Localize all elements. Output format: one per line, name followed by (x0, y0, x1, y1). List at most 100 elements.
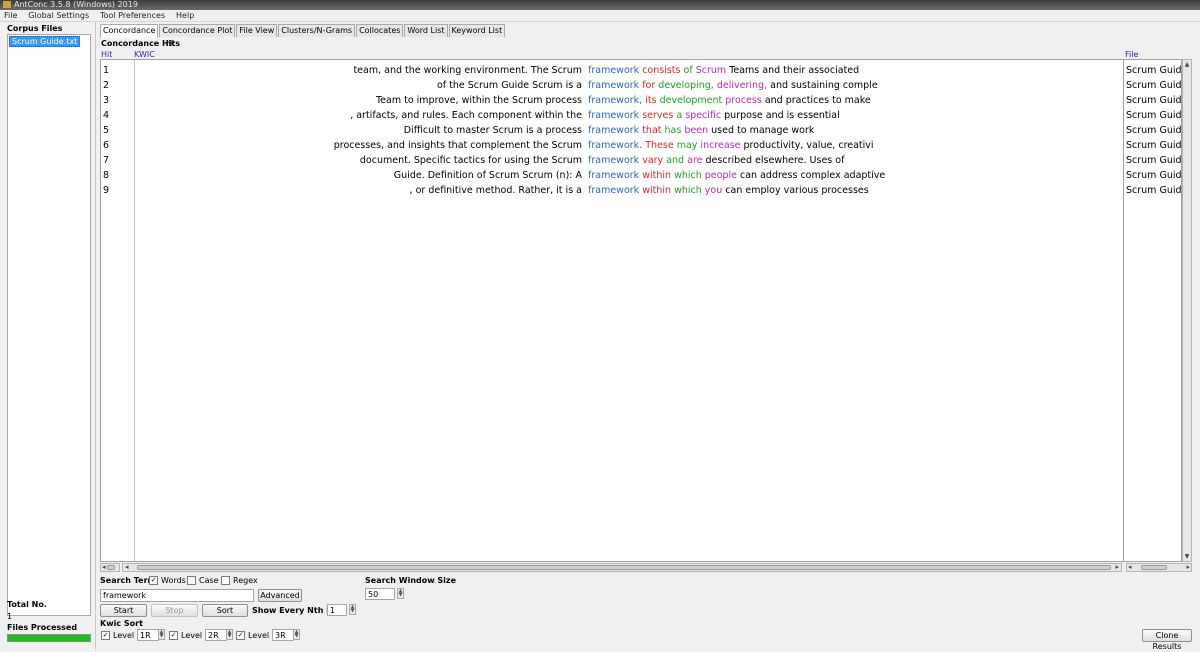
corpus-file-item[interactable]: Scrum Guide.txt (9, 36, 81, 47)
level3-checkbox[interactable]: ✓ (236, 631, 245, 640)
level2-checkbox[interactable]: ✓ (169, 631, 178, 640)
keyword: framework (588, 185, 640, 196)
right-word-3: process (725, 95, 762, 106)
scroll-right-icon[interactable]: ▸ (1186, 563, 1190, 571)
menu-tool-preferences[interactable]: Tool Preferences (96, 10, 169, 21)
scroll-up-icon[interactable]: ▲ (1183, 60, 1191, 69)
right-word-2: of (683, 65, 693, 76)
right-word-1: These (645, 140, 674, 151)
keyword: framework (588, 80, 640, 91)
file-name-cell: Scrum Guide (1126, 170, 1182, 181)
tab-collocates[interactable]: Collocates (356, 24, 404, 37)
regex-checkbox[interactable] (221, 576, 230, 585)
concordance-row[interactable]: 6 processes, and insights that complement… (101, 138, 1123, 153)
concordance-results[interactable]: 1 team, and the working environment. The … (100, 59, 1124, 562)
concordance-row[interactable]: 2 of the Scrum Guide Scrum is a framework … (101, 78, 1123, 93)
keyword: framework (588, 170, 640, 181)
file-name-cell: Scrum Guide (1126, 65, 1182, 76)
right-word-1: within (642, 170, 672, 181)
concordance-row[interactable]: 7 document. Specific tactics for using th… (101, 153, 1123, 168)
sort-button[interactable]: Sort (202, 604, 248, 617)
regex-label: Regex (233, 576, 258, 585)
case-label: Case (199, 576, 219, 585)
search-window-size-input[interactable]: 50 (365, 588, 395, 600)
start-button[interactable]: Start (100, 604, 147, 617)
left-context: , artifacts, and rules. Each component w… (350, 110, 582, 121)
scroll-down-icon[interactable]: ▼ (1183, 552, 1191, 561)
kwic-right: framework consists of Scrum Teams and th… (588, 63, 859, 78)
concordance-row[interactable]: 9 , or definitive method. Rather, it is a… (101, 183, 1123, 198)
concordance-row[interactable]: 5 Difficult to master Scrum is a process f… (101, 123, 1123, 138)
tab-keyword-list[interactable]: Keyword List (448, 24, 506, 37)
kwic-horizontal-scrollbar[interactable]: ◂ ▸ (122, 563, 1122, 572)
hit-number: 9 (103, 185, 110, 196)
file-name-cell: Scrum Guide (1126, 110, 1182, 121)
right-word-3: people (704, 170, 737, 181)
keyword: framework (588, 65, 640, 76)
hit-number: 7 (103, 155, 110, 166)
right-word-1: within (642, 185, 672, 196)
col-header-hit[interactable]: Hit (101, 50, 112, 59)
scroll-left-icon[interactable]: ◂ (125, 563, 129, 571)
tab-word-list[interactable]: Word List (404, 24, 448, 37)
scroll-left-icon[interactable]: ◂ (102, 563, 106, 571)
panel-divider[interactable] (95, 22, 96, 649)
scroll-thumb[interactable] (1141, 565, 1167, 570)
file-name-cell: Scrum Guide (1126, 185, 1182, 196)
level1-checkbox[interactable]: ✓ (101, 631, 110, 640)
concordance-row[interactable]: 4 , artifacts, and rules. Each component … (101, 108, 1123, 123)
tab-clusters-ngrams[interactable]: Clusters/N-Grams (278, 24, 356, 37)
tab-file-view[interactable]: File View (236, 24, 278, 37)
title-bar: AntConc 3.5.8 (Windows) 2019 (0, 0, 1200, 10)
level3-spinner[interactable]: ▲ ▼ (293, 629, 300, 640)
concordance-row[interactable]: 1 team, and the working environment. The … (101, 63, 1123, 78)
menu-help[interactable]: Help (172, 10, 198, 21)
col-header-kwic[interactable]: KWIC (134, 50, 155, 59)
level2-input[interactable]: 2R (205, 629, 227, 641)
menu-global-settings[interactable]: Global Settings (24, 10, 93, 21)
scroll-right-icon[interactable]: ▸ (1115, 563, 1119, 571)
words-checkbox[interactable]: ✓ (149, 576, 158, 585)
left-context: processes, and insights that complement … (333, 140, 582, 151)
col-header-file[interactable]: File (1125, 50, 1138, 59)
file-name-cell: Scrum Guide (1126, 80, 1182, 91)
corpus-file-list[interactable]: Scrum Guide.txt (7, 34, 91, 616)
file-name-cell: Scrum Guide (1126, 155, 1182, 166)
hit-number: 3 (103, 95, 110, 106)
right-word-2: development (659, 95, 723, 106)
level1-input[interactable]: 1R (137, 629, 159, 641)
hit-number: 1 (103, 65, 110, 76)
level3-input[interactable]: 3R (272, 629, 294, 641)
hit-horizontal-scrollbar[interactable]: ◂ (100, 563, 120, 572)
stop-button[interactable]: Stop (151, 604, 198, 617)
file-horizontal-scrollbar[interactable]: ◂ ▸ (1126, 563, 1192, 572)
right-word-2: which (674, 185, 702, 196)
concordance-row[interactable]: 3 Team to improve, within the Scrum proce… (101, 93, 1123, 108)
file-column[interactable]: Scrum Guide Scrum Guide Scrum Guide Scrum G… (1124, 59, 1182, 562)
scroll-left-icon[interactable]: ◂ (1128, 563, 1132, 571)
level2-spinner[interactable]: ▲ ▼ (226, 629, 233, 640)
level1-spinner[interactable]: ▲ ▼ (158, 629, 165, 640)
file-name-cell: Scrum Guide (1126, 95, 1182, 106)
scroll-thumb[interactable] (137, 565, 1111, 570)
nth-row-spinner[interactable]: ▲ ▼ (349, 604, 356, 615)
advanced-button[interactable]: Advanced (258, 589, 302, 602)
concordance-row[interactable]: 8 Guide. Definition of Scrum Scrum (n): A… (101, 168, 1123, 183)
tab-concordance-plot[interactable]: Concordance Plot (159, 24, 236, 37)
nth-row-input[interactable]: 1 (327, 604, 347, 616)
menu-file[interactable]: File (0, 10, 21, 21)
right-word-3: Scrum (695, 65, 727, 76)
vertical-scrollbar[interactable]: ▲ ▼ (1182, 59, 1192, 562)
case-checkbox[interactable] (187, 576, 196, 585)
hit-number: 2 (103, 80, 110, 91)
clone-results-button[interactable]: Clone Results (1142, 629, 1192, 651)
file-name-cell: Scrum Guide (1126, 140, 1182, 151)
tab-concordance[interactable]: Concordance (100, 24, 159, 38)
keyword: framework (588, 125, 640, 136)
concordance-hits-value: 9 (168, 39, 174, 48)
search-input[interactable]: framework (100, 589, 254, 602)
scroll-thumb[interactable] (107, 565, 115, 570)
window-size-spinner[interactable]: ▲ ▼ (397, 588, 404, 599)
right-word-2: has (664, 125, 682, 136)
window-title: AntConc 3.5.8 (Windows) 2019 (14, 0, 138, 9)
